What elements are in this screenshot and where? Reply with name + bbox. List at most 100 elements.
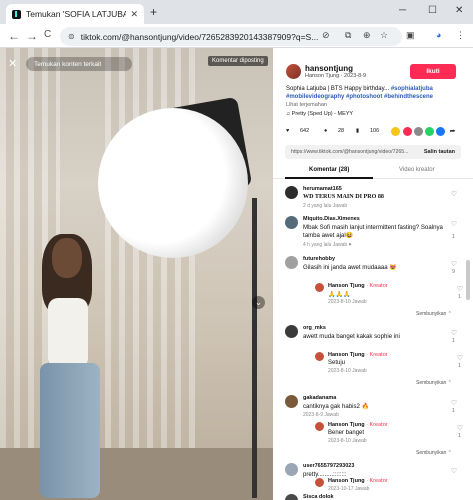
music-link[interactable]: ♫ Pretty (Sped Up) - MEYY	[286, 111, 353, 117]
follow-button[interactable]: Ikuti	[410, 64, 456, 79]
more-share-icon[interactable]: ➦	[448, 127, 457, 136]
like-comment-icon[interactable]: ♡	[451, 190, 457, 198]
reply-meta[interactable]: 2023-8-10 Jawab	[328, 438, 367, 444]
extension-icon[interactable]: ▣	[406, 30, 415, 41]
avatar[interactable]	[315, 352, 324, 361]
comment-author[interactable]: Sisca dolok	[303, 494, 334, 500]
video-player[interactable]	[0, 48, 273, 500]
avatar[interactable]	[285, 216, 298, 229]
save-count: 106	[370, 128, 380, 134]
window-close-button[interactable]: ✕	[455, 5, 463, 16]
reply-author[interactable]: Hanson Tjung · Kreator	[328, 478, 388, 484]
maximize-button[interactable]: ☐	[428, 5, 437, 16]
avatar[interactable]	[285, 395, 298, 408]
bookmark-icon[interactable]: ▮	[356, 128, 359, 134]
minimize-button[interactable]: ─	[399, 5, 406, 16]
comment-text: cantiknya gak habis2 🔥	[303, 403, 370, 410]
like-comment-icon[interactable]: ♡	[451, 260, 457, 268]
url-text: tiktok.com/@hansontjung/video/7265283920…	[80, 31, 319, 42]
related-search-pill[interactable]: Temukan konten terkait	[26, 57, 132, 71]
comment-text: Gilasih ini janda awet mudaaaa 😻	[303, 264, 397, 271]
bookmark-star-icon[interactable]: ☆	[380, 30, 388, 41]
hide-replies-link[interactable]: Sembunyikan ⌃	[416, 450, 452, 456]
comment-like-count: 1	[451, 234, 455, 240]
comment-icon[interactable]: ●	[324, 128, 327, 134]
link-box: https://www.tiktok.com/@hansontjung/vide…	[285, 145, 461, 159]
comment-author[interactable]: gakadanama	[303, 395, 336, 401]
like-comment-icon[interactable]: ♡	[451, 467, 457, 475]
like-icon[interactable]: ♥	[286, 128, 289, 134]
copy-link-button[interactable]: Salin tautan	[424, 149, 455, 155]
comment-author[interactable]: user7655797293023	[303, 463, 354, 469]
like-comment-icon[interactable]: ♡	[451, 329, 457, 337]
avatar[interactable]	[285, 463, 298, 476]
cast-icon[interactable]: ⧉	[345, 30, 351, 41]
facebook-share-icon[interactable]	[436, 127, 445, 136]
avatar[interactable]	[285, 256, 298, 269]
reply-meta[interactable]: 2023-8-10 Jawab	[328, 368, 367, 374]
avatar[interactable]	[315, 283, 324, 292]
creator-tag: · Kreator	[364, 352, 388, 358]
coin-share-icon[interactable]	[391, 127, 400, 136]
panel-scrollbar[interactable]	[466, 260, 470, 300]
whatsapp-share-icon[interactable]	[425, 127, 434, 136]
camera-off-icon[interactable]: ⊘	[322, 30, 330, 41]
avatar[interactable]	[286, 64, 301, 79]
like-reply-icon[interactable]: ♡	[457, 354, 463, 362]
comment-author[interactable]: futurehobby	[303, 256, 335, 262]
reply-like-count: 1	[457, 433, 461, 439]
tab-creator-videos[interactable]: Video kreator	[399, 167, 435, 173]
details-panel: hansontjung Hanson Tjung · 2023-8-9 Ikut…	[273, 48, 473, 500]
avatar[interactable]	[315, 422, 324, 431]
site-info-icon[interactable]: ⊜	[68, 32, 75, 41]
comment-meta[interactable]: 2023-8-9 Jawab	[303, 412, 339, 418]
hide-replies-link[interactable]: Sembunyikan ⌃	[416, 311, 452, 317]
comment-text: awett muda banget kakak sophie ini	[303, 333, 400, 340]
avatar[interactable]	[285, 494, 298, 500]
tab-close-icon[interactable]: ✕	[130, 9, 138, 20]
comment-author[interactable]: herumamat165	[303, 186, 342, 192]
reply-author[interactable]: Hanson Tjung · Kreator	[328, 352, 388, 358]
browser-tab[interactable]: Temukan 'SOFIA LATJUBA' di ✕	[6, 4, 144, 24]
next-video-button[interactable]: ⌄	[252, 296, 265, 309]
comment-author[interactable]: Miquito.Dias.Ximenes	[303, 216, 360, 222]
reply-author[interactable]: Hanson Tjung · Kreator	[328, 422, 388, 428]
reload-button[interactable]: C	[44, 29, 51, 40]
translate-link[interactable]: Lihat terjemahan	[286, 102, 327, 108]
reply-meta[interactable]: 2023-10-17 Jawab	[328, 486, 369, 492]
browser-toolbar: ← → C ⊜ tiktok.com/@hansontjung/video/72…	[0, 24, 473, 48]
creator-tag: · Kreator	[364, 478, 388, 484]
avatar[interactable]	[285, 325, 298, 338]
comment-meta[interactable]: 2 d yang lalu Jawab	[303, 203, 347, 209]
like-comment-icon[interactable]: ♡	[451, 220, 457, 228]
profile-icon[interactable]: ◕	[436, 30, 441, 40]
comment-like-count: 1	[451, 338, 455, 344]
like-reply-icon[interactable]: ♡	[457, 285, 463, 293]
back-button[interactable]: ←	[8, 29, 20, 43]
zoom-icon[interactable]: ⊕	[363, 30, 371, 41]
comment-like-count: 9	[451, 269, 455, 275]
comment-posted-badge: Komentar diposting	[208, 56, 268, 66]
comment-meta[interactable]: 4 h yang lalu Jawab ♥	[303, 242, 352, 248]
reply-meta[interactable]: 2023-8-10 Jawab	[328, 299, 367, 305]
author-username[interactable]: hansontjung	[305, 64, 353, 73]
like-comment-icon[interactable]: ♡	[451, 399, 457, 407]
reply-author[interactable]: Hanson Tjung · Kreator	[328, 283, 388, 289]
hide-replies-link[interactable]: Sembunyikan ⌃	[416, 380, 452, 386]
avatar[interactable]	[315, 478, 324, 487]
repost-share-icon[interactable]	[403, 127, 412, 136]
comment-author[interactable]: org_mks	[303, 325, 326, 331]
reply-like-count: 1	[457, 363, 461, 369]
caption-text: Sophia Latjuba | BTS Happy birthday...	[286, 86, 391, 92]
close-video-icon[interactable]: ✕	[8, 57, 17, 70]
forward-button[interactable]: →	[26, 29, 38, 43]
menu-icon[interactable]: ⋮	[456, 30, 465, 41]
comment-count: 28	[338, 128, 345, 134]
browser-window: { "browser": { "tab_title": "Temukan 'SO…	[0, 0, 473, 500]
avatar[interactable]	[285, 186, 298, 199]
new-tab-button[interactable]: +	[150, 5, 157, 19]
tab-comments[interactable]: Komentar (28)	[309, 167, 349, 173]
embed-share-icon[interactable]	[414, 127, 423, 136]
like-reply-icon[interactable]: ♡	[457, 424, 463, 432]
reply-text: 🙏🙏🙏	[328, 292, 351, 298]
